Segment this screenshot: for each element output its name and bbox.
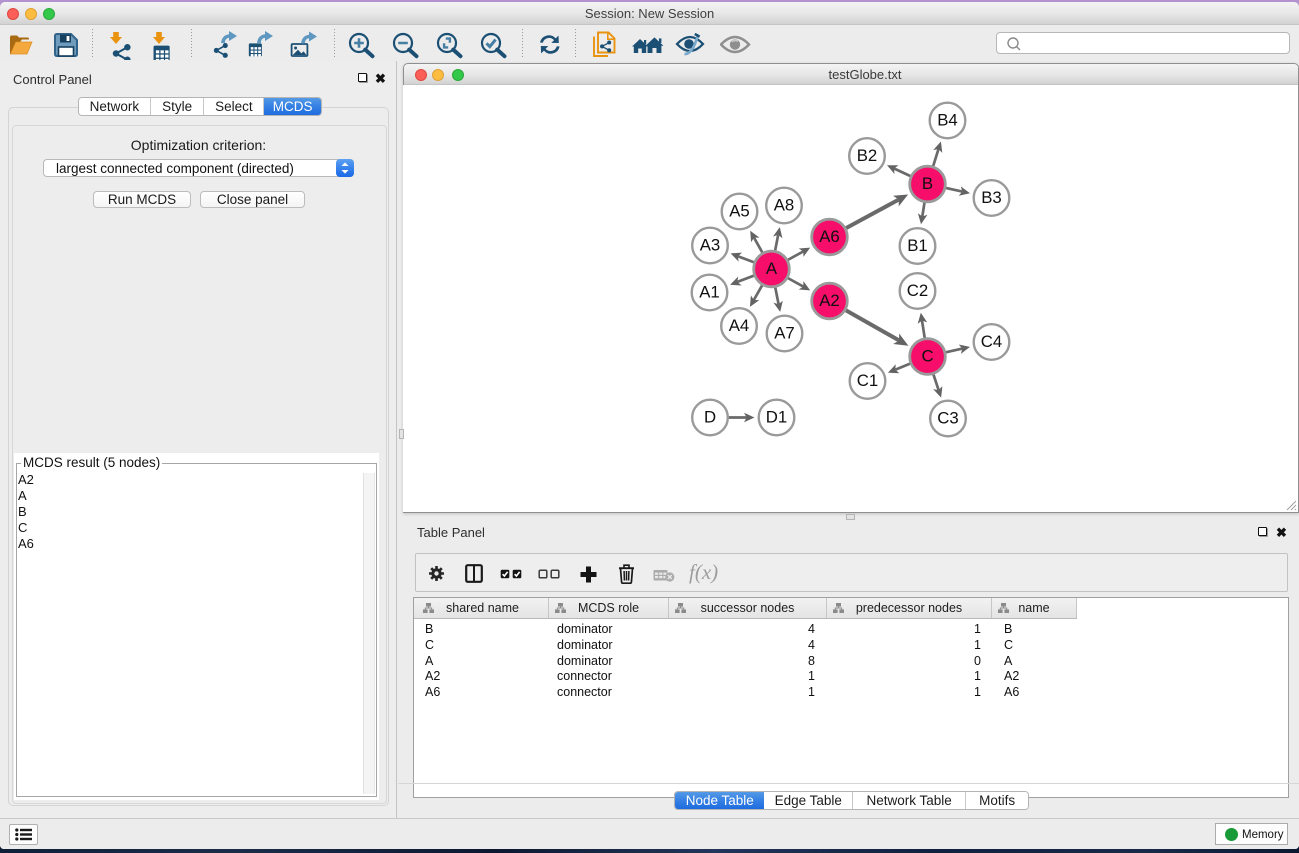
svg-text:D: D bbox=[704, 408, 716, 427]
svg-text:A4: A4 bbox=[729, 316, 750, 335]
svg-text:A8: A8 bbox=[774, 196, 795, 215]
svg-text:A7: A7 bbox=[774, 324, 795, 343]
svg-text:B2: B2 bbox=[857, 146, 878, 165]
svg-text:B4: B4 bbox=[937, 111, 958, 130]
svg-text:B3: B3 bbox=[981, 188, 1002, 207]
svg-text:C4: C4 bbox=[981, 332, 1002, 351]
svg-text:A1: A1 bbox=[699, 283, 720, 302]
svg-text:D1: D1 bbox=[766, 408, 787, 427]
svg-text:B: B bbox=[922, 174, 933, 193]
svg-text:B1: B1 bbox=[907, 236, 928, 255]
svg-text:C1: C1 bbox=[857, 371, 878, 390]
svg-text:C3: C3 bbox=[937, 409, 958, 428]
svg-text:A6: A6 bbox=[819, 227, 840, 246]
svg-text:A: A bbox=[766, 259, 778, 278]
svg-text:C: C bbox=[921, 347, 933, 366]
svg-text:A3: A3 bbox=[700, 236, 721, 255]
svg-text:C2: C2 bbox=[907, 281, 928, 300]
svg-text:A5: A5 bbox=[729, 202, 750, 221]
svg-text:A2: A2 bbox=[819, 291, 840, 310]
